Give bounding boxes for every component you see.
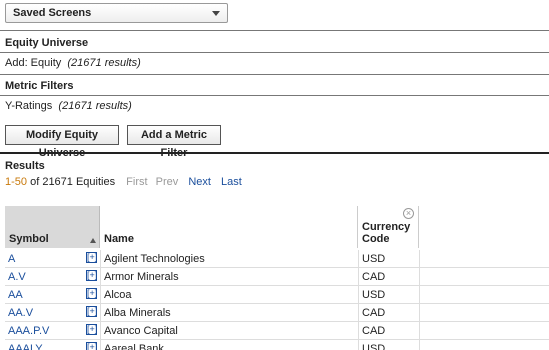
symbol-link[interactable]: AA.V bbox=[8, 307, 33, 319]
column-separator bbox=[100, 268, 101, 286]
first-page-link: First bbox=[126, 176, 148, 188]
divider bbox=[0, 74, 549, 75]
name-header-label: Name bbox=[104, 233, 134, 245]
last-page-link[interactable]: Last bbox=[221, 176, 242, 188]
equity-universe-results: (21671 results) bbox=[67, 57, 141, 69]
add-to-watchlist-icon[interactable]: [+] bbox=[86, 252, 97, 263]
pagination: 1-50 of 21671 Equities First Prev Next L… bbox=[5, 176, 242, 188]
prev-page-link: Prev bbox=[155, 176, 179, 188]
column-separator bbox=[100, 340, 101, 350]
equity-universe-prefix: Add: Equity bbox=[5, 57, 62, 69]
modify-equity-universe-button[interactable]: Modify Equity Universe bbox=[5, 125, 119, 159]
currency-code: CAD bbox=[362, 271, 386, 283]
column-separator bbox=[100, 250, 101, 268]
column-separator bbox=[358, 322, 359, 340]
column-separator bbox=[419, 340, 420, 350]
symbol-link[interactable]: A.V bbox=[8, 271, 26, 283]
add-to-watchlist-icon[interactable]: [+] bbox=[86, 270, 97, 281]
results-range: 1-50 bbox=[5, 176, 28, 188]
table-row: A [+] Agilent Technologies USD bbox=[5, 250, 549, 268]
column-separator bbox=[358, 304, 359, 322]
company-name: Avanco Capital bbox=[104, 325, 178, 337]
symbol-link[interactable]: AA bbox=[8, 289, 23, 301]
symbol-header-label: Symbol bbox=[9, 233, 49, 245]
column-separator bbox=[358, 340, 359, 350]
company-name: Alba Minerals bbox=[104, 307, 171, 319]
table-row: AA.V [+] Alba Minerals CAD bbox=[5, 304, 549, 322]
company-name: Armor Minerals bbox=[104, 271, 179, 283]
metric-filters-title: Metric Filters bbox=[5, 80, 74, 92]
company-name: Alcoa bbox=[104, 289, 132, 301]
currency-code: CAD bbox=[362, 325, 386, 337]
column-header-symbol[interactable]: Symbol bbox=[5, 206, 100, 248]
divider bbox=[0, 52, 549, 53]
company-name: Aareal Bank bbox=[104, 343, 164, 350]
column-header-name[interactable]: Name bbox=[100, 206, 358, 248]
metric-filters-prefix: Y-Ratings bbox=[5, 100, 53, 112]
currency-code: CAD bbox=[362, 307, 386, 319]
add-to-watchlist-icon[interactable]: [+] bbox=[86, 306, 97, 317]
metric-filters-summary: Y-Ratings (21671 results) bbox=[5, 100, 132, 112]
column-separator bbox=[419, 286, 420, 304]
saved-screens-dropdown[interactable]: Saved Screens bbox=[5, 3, 228, 23]
company-name: Agilent Technologies bbox=[104, 253, 205, 265]
table-row: A.V [+] Armor Minerals CAD bbox=[5, 268, 549, 286]
column-separator bbox=[100, 304, 101, 322]
next-page-link[interactable]: Next bbox=[188, 176, 211, 188]
column-separator bbox=[358, 286, 359, 304]
add-to-watchlist-icon[interactable]: [+] bbox=[86, 342, 97, 350]
currency-header-label: Currency Code bbox=[362, 221, 411, 245]
sort-ascending-icon bbox=[90, 238, 96, 243]
divider bbox=[0, 152, 549, 154]
symbol-link[interactable]: A bbox=[8, 253, 15, 265]
symbol-link[interactable]: AAA.P.V bbox=[8, 325, 49, 337]
column-separator bbox=[419, 268, 420, 286]
currency-code: USD bbox=[362, 289, 386, 301]
add-to-watchlist-icon[interactable]: [+] bbox=[86, 324, 97, 335]
column-separator bbox=[419, 304, 420, 322]
column-separator bbox=[419, 322, 420, 340]
table-row: AAA.P.V [+] Avanco Capital CAD bbox=[5, 322, 549, 340]
equity-universe-title: Equity Universe bbox=[5, 37, 89, 49]
add-metric-filter-button[interactable]: Add a Metric Filter bbox=[127, 125, 221, 159]
results-title: Results bbox=[5, 160, 45, 172]
chevron-down-icon bbox=[212, 11, 220, 16]
equity-universe-summary: Add: Equity (21671 results) bbox=[5, 57, 141, 69]
currency-code: USD bbox=[362, 253, 386, 265]
column-separator bbox=[358, 268, 359, 286]
column-separator bbox=[100, 322, 101, 340]
metric-filters-results: (21671 results) bbox=[58, 100, 132, 112]
close-icon[interactable]: × bbox=[403, 208, 414, 219]
column-separator bbox=[358, 250, 359, 268]
saved-screens-label: Saved Screens bbox=[13, 7, 92, 19]
divider bbox=[0, 95, 549, 96]
symbol-link[interactable]: AAALY bbox=[8, 343, 43, 350]
table-row: AAALY [+] Aareal Bank USD bbox=[5, 340, 549, 350]
currency-code: USD bbox=[362, 343, 386, 350]
column-separator bbox=[100, 286, 101, 304]
results-count: of 21671 Equities bbox=[30, 176, 116, 188]
table-row: AA [+] Alcoa USD bbox=[5, 286, 549, 304]
divider bbox=[0, 30, 549, 31]
add-to-watchlist-icon[interactable]: [+] bbox=[86, 288, 97, 299]
column-separator bbox=[419, 250, 420, 268]
